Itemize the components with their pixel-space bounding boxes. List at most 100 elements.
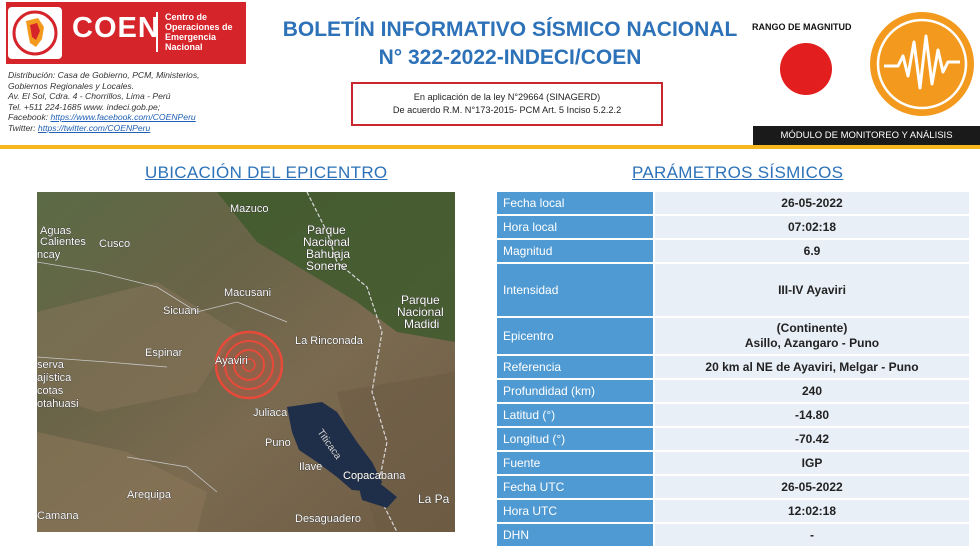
param-value-line: -70.42 bbox=[794, 431, 830, 446]
map-label-la-paz: La Pa bbox=[418, 492, 450, 506]
param-value-line: 26-05-2022 bbox=[781, 195, 843, 210]
peru-map-emblem-icon bbox=[8, 7, 62, 59]
facebook-line: Facebook: https://www.facebook.com/COENP… bbox=[8, 112, 258, 123]
param-value-line: 07:02:18 bbox=[787, 219, 837, 234]
facebook-link[interactable]: https://www.facebook.com/COENPeru bbox=[51, 112, 196, 122]
param-value-line: -14.80 bbox=[794, 407, 830, 422]
epicenter-section-title: UBICACIÓN DEL EPICENTRO bbox=[145, 163, 388, 182]
facebook-prefix: Facebook: bbox=[8, 112, 51, 122]
param-value: - bbox=[655, 524, 969, 546]
map-label-macusani: Macusani bbox=[224, 287, 271, 299]
contact-line: Tel. +511 224-1685 www. indeci.gob.pe; bbox=[8, 101, 161, 112]
param-value: -70.42 bbox=[655, 428, 969, 450]
param-value-line: (Continente) bbox=[776, 321, 848, 335]
param-value: III-IV Ayaviri bbox=[655, 264, 969, 316]
param-label: Profundidad (km) bbox=[497, 380, 653, 402]
magnitude-range-label: RANGO DE MAGNITUD bbox=[752, 22, 852, 32]
contact-info: Distribución: Casa de Gobierno, PCM, Min… bbox=[8, 70, 258, 133]
twitter-prefix: Twitter: bbox=[8, 122, 38, 133]
map-label-reserva: serva bbox=[37, 359, 65, 371]
param-row-dhn: DHN - bbox=[497, 524, 969, 546]
map-label-parque-madidi: Madidi bbox=[404, 317, 439, 331]
map-label-ilave: Ilave bbox=[299, 461, 322, 473]
coen-logo-text: COEN bbox=[72, 12, 160, 44]
bulletin-title: BOLETÍN INFORMATIVO SÍSMICO NACIONAL N° … bbox=[270, 16, 750, 72]
map-label-la-rinconada: La Rinconada bbox=[295, 335, 364, 347]
param-value: 26-05-2022 bbox=[655, 476, 969, 498]
param-value: -14.80 bbox=[655, 404, 969, 426]
param-value-line: Asillo, Azangaro - Puno bbox=[744, 336, 880, 350]
param-row-hora-local: Hora local 07:02:18 bbox=[497, 216, 969, 238]
map-label-arequipa: Arequipa bbox=[127, 489, 172, 501]
param-value: 26-05-2022 bbox=[655, 192, 969, 214]
param-value: 07:02:18 bbox=[655, 216, 969, 238]
map-label-mazuco: Mazuco bbox=[230, 203, 269, 215]
logo-subtitle-line: Nacional bbox=[165, 42, 203, 52]
param-row-magnitud: Magnitud 6.9 bbox=[497, 240, 969, 262]
map-label-copacabana: Copacabana bbox=[343, 470, 406, 482]
param-label: Epicentro bbox=[497, 318, 653, 354]
map-label-ayaviri: Ayaviri bbox=[215, 355, 248, 367]
param-value-line: III-IV Ayaviri bbox=[778, 282, 846, 297]
map-label-espinar: Espinar bbox=[145, 347, 183, 359]
param-label: Fecha UTC bbox=[497, 476, 653, 498]
magnitude-indicator-dot bbox=[780, 43, 832, 95]
law-line: En aplicación de la ley N°29664 (SINAGER… bbox=[413, 92, 601, 102]
param-value-line: 26-05-2022 bbox=[781, 479, 843, 494]
map-label-reserva: otahuasi bbox=[37, 398, 79, 410]
param-value-line: 12:02:18 bbox=[787, 503, 837, 518]
contact-line: Gobiernos Regionales y Locales. bbox=[8, 80, 135, 91]
header-divider-line bbox=[0, 145, 980, 149]
map-label-parque-bahuaja: Sonene bbox=[306, 259, 348, 273]
map-label-puno: Puno bbox=[265, 437, 291, 449]
map-label-sicuani: Sicuani bbox=[163, 305, 199, 317]
coen-logo-subtitle: Centro de Operaciones de Emergencia Naci… bbox=[165, 12, 245, 52]
logo-subtitle-line: Emergencia bbox=[165, 32, 217, 42]
param-row-longitud: Longitud (°) -70.42 bbox=[497, 428, 969, 450]
contact-line: Av. El Sol, Cdra. 4 - Chorrillos, Lima -… bbox=[8, 91, 171, 101]
param-value: (Continente) Asillo, Azangaro - Puno bbox=[655, 318, 969, 354]
param-label: Magnitud bbox=[497, 240, 653, 262]
law-reference-box: En aplicación de la ley N°29664 (SINAGER… bbox=[351, 82, 663, 126]
map-label-ncay: ncay bbox=[37, 249, 61, 261]
law-line: De acuerdo R.M. N°173-2015- PCM Art. 5 I… bbox=[392, 105, 622, 115]
logo-subtitle-line: Centro de bbox=[165, 12, 208, 22]
param-row-intensidad: Intensidad III-IV Ayaviri bbox=[497, 264, 969, 316]
param-value: 6.9 bbox=[655, 240, 969, 262]
param-label: Longitud (°) bbox=[497, 428, 653, 450]
param-value: 240 bbox=[655, 380, 969, 402]
param-label: Hora local bbox=[497, 216, 653, 238]
twitter-link[interactable]: https://twitter.com/COENPeru bbox=[38, 123, 150, 133]
monitoring-module-bar: MÓDULO DE MONITOREO Y ANÁLISIS bbox=[753, 126, 980, 145]
map-label-reserva: ajística bbox=[37, 372, 72, 384]
param-row-fecha-local: Fecha local 26-05-2022 bbox=[497, 192, 969, 214]
param-value: IGP bbox=[655, 452, 969, 474]
bulletin-number: N° 322-2022-INDECI/COEN bbox=[378, 46, 642, 69]
param-value: 20 km al NE de Ayaviri, Melgar - Puno bbox=[655, 356, 969, 378]
param-value: 12:02:18 bbox=[655, 500, 969, 522]
map-label-calientes: Calientes bbox=[40, 236, 86, 248]
param-row-epicentro: Epicentro (Continente) Asillo, Azangaro … bbox=[497, 318, 969, 354]
param-label: Latitud (°) bbox=[497, 404, 653, 426]
param-label: Intensidad bbox=[497, 264, 653, 316]
map-label-desaguadero: Desaguadero bbox=[295, 513, 361, 525]
map-label-camana: Camana bbox=[37, 510, 79, 522]
logo-subtitle-line: Operaciones de bbox=[165, 22, 233, 32]
param-row-referencia: Referencia 20 km al NE de Ayaviri, Melga… bbox=[497, 356, 969, 378]
param-label: DHN bbox=[497, 524, 653, 546]
param-label: Fecha local bbox=[497, 192, 653, 214]
seismograph-logo-icon bbox=[870, 12, 974, 116]
param-row-fecha-utc: Fecha UTC 26-05-2022 bbox=[497, 476, 969, 498]
param-label: Hora UTC bbox=[497, 500, 653, 522]
logo-divider bbox=[156, 12, 158, 52]
param-label: Fuente bbox=[497, 452, 653, 474]
param-row-profundidad: Profundidad (km) 240 bbox=[497, 380, 969, 402]
map-label-cusco: Cusco bbox=[99, 238, 130, 250]
twitter-line: Twitter: https://twitter.com/COENPeru bbox=[8, 123, 258, 134]
param-value-line: 240 bbox=[801, 383, 823, 398]
param-value-line: - bbox=[810, 527, 814, 542]
seismic-params-section-title: PARÁMETROS SÍSMICOS bbox=[632, 163, 844, 182]
param-value-line: 20 km al NE de Ayaviri, Melgar - Puno bbox=[705, 359, 919, 374]
epicenter-map[interactable]: Mazuco Aguas Calientes Cusco ncay Parque… bbox=[37, 192, 455, 532]
map-label-reserva: cotas bbox=[37, 385, 64, 397]
